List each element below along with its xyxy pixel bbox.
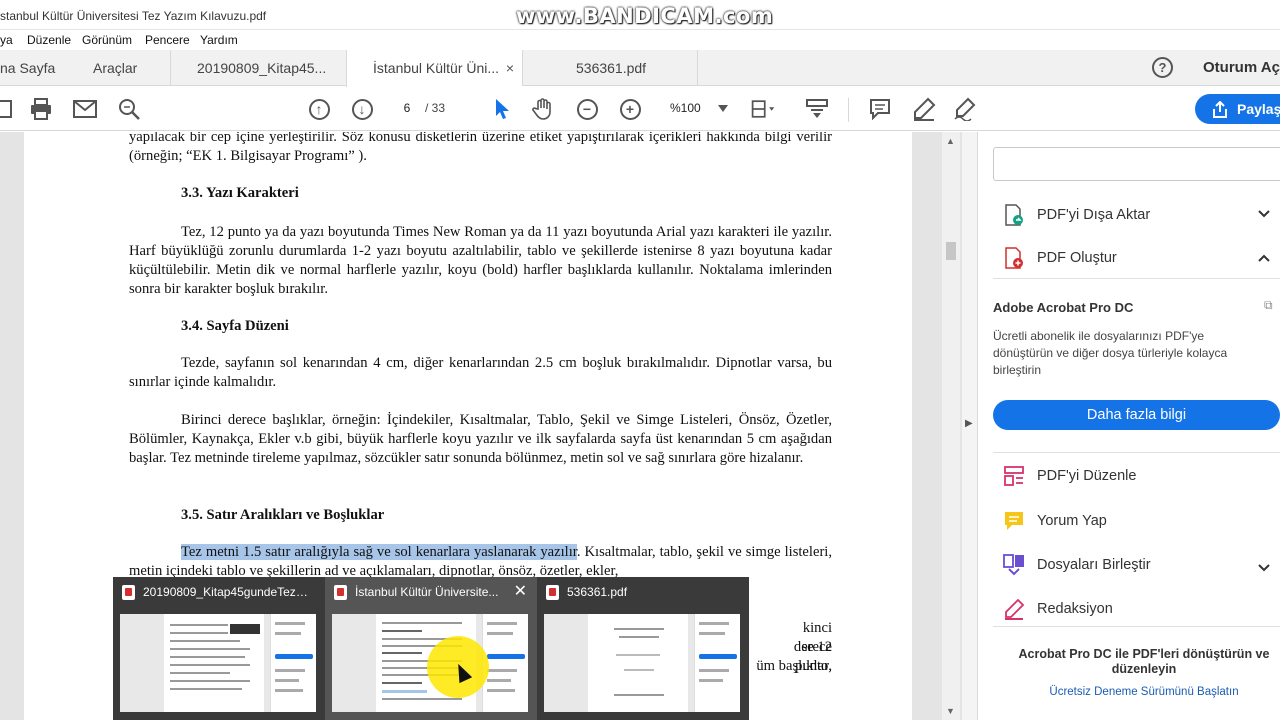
fit-page-icon[interactable] (750, 96, 776, 122)
page-count: / 33 (425, 101, 446, 115)
edit-pdf-icon (1004, 466, 1024, 486)
thumbnail-window[interactable]: 536361.pdf (537, 577, 749, 720)
promo-text: Ücretli abonelik ile dosyalarınızı PDF'y… (993, 329, 1228, 377)
menu-file[interactable]: ya (0, 33, 13, 47)
search-icon[interactable] (116, 96, 142, 122)
help-icon[interactable]: ? (1152, 57, 1173, 78)
paragraph: Tez metni 1.5 satır aralığıyla sağ ve so… (129, 544, 833, 579)
selected-text[interactable]: Tez metni 1.5 satır aralığıyla sağ ve so… (181, 544, 577, 560)
tab-doc-kitap[interactable]: 20190809_Kitap45... (170, 50, 346, 86)
paragraph: yapılacak bir cep içine yerleştirilir. S… (129, 132, 832, 164)
select-cursor-icon[interactable] (489, 96, 515, 122)
export-pdf-icon (1005, 204, 1023, 226)
scroll-mode-icon[interactable] (804, 96, 830, 122)
panel-toggle[interactable]: ▶ (962, 132, 978, 720)
print-icon[interactable] (28, 96, 54, 122)
comment-icon[interactable] (867, 96, 893, 122)
highlight-pen-icon[interactable] (911, 96, 937, 122)
tab-doc-536361[interactable]: 536361.pdf (522, 50, 698, 86)
tab-label: İstanbul Kültür Üni... (373, 60, 500, 76)
recorder-watermark: www.BANDICAM.com (516, 4, 774, 28)
scroll-up-icon[interactable]: ▲ (946, 136, 955, 146)
tab-bar: na Sayfa Araçlar 20190809_Kitap45... İst… (0, 50, 1280, 87)
combine-files-icon (1003, 554, 1024, 576)
zoom-level[interactable]: %100 (670, 101, 701, 115)
create-pdf-icon (1005, 247, 1023, 269)
toolbar-separator (848, 98, 849, 122)
tab-home[interactable]: na Sayfa (0, 50, 80, 86)
share-label: Paylaş (1237, 101, 1280, 117)
upsell-title: Acrobat Pro DC ile PDF'leri dönüştürün v… (1018, 647, 1270, 676)
menu-window[interactable]: Pencere (145, 33, 190, 47)
zoom-out-icon[interactable]: − (574, 96, 600, 122)
paragraph: Tez, 12 punto ya da yazı boyutunda Times… (129, 224, 832, 297)
pdf-file-icon (122, 585, 135, 600)
dismiss-icon[interactable]: ⧉ (1264, 298, 1273, 313)
email-icon[interactable] (72, 96, 98, 122)
sign-in-link[interactable]: Oturum Aç (1203, 59, 1280, 76)
tools-search-input[interactable] (993, 147, 1280, 181)
chevron-down-icon[interactable] (1258, 206, 1270, 221)
section-heading: 3.4. Sayfa Düzeni (181, 318, 289, 334)
zoom-in-icon[interactable]: + (617, 96, 643, 122)
tab-tools[interactable]: Araçlar (93, 50, 169, 86)
menu-bar: ya Düzenle Görünüm Pencere Yardım (0, 30, 1280, 50)
chevron-down-icon[interactable] (1258, 560, 1270, 575)
window-preview (120, 614, 316, 712)
section-heading: 3.5. Satır Aralıkları ve Boşluklar (181, 507, 385, 523)
save-icon[interactable] (0, 96, 18, 122)
sign-icon[interactable] (953, 96, 979, 122)
paragraph: Birinci derece başlıklar, örneğin: İçind… (129, 412, 832, 466)
pdf-file-icon (334, 585, 347, 600)
menu-edit[interactable]: Düzenle (27, 33, 71, 47)
next-page-icon[interactable]: ↓ (349, 96, 375, 122)
chevron-right-icon[interactable]: ▶ (965, 418, 973, 429)
vertical-scrollbar[interactable]: ▲ ▼ (942, 132, 960, 720)
close-window-icon[interactable]: ✕ (514, 581, 527, 601)
section-heading: 3.3. Yazı Karakteri (181, 185, 299, 201)
paragraph: Tezde, sayfanın sol kenarından 4 cm, diğ… (129, 355, 832, 390)
close-tab-icon[interactable]: × (506, 50, 514, 86)
tab-label: 536361.pdf (576, 60, 647, 76)
tools-pane: PDF'yi Dışa Aktar PDF Oluştur Adobe Acro… (979, 132, 1280, 720)
share-button[interactable]: Paylaş (1195, 94, 1280, 124)
comment-icon (1005, 512, 1023, 530)
hand-tool-icon[interactable] (530, 96, 556, 122)
taskbar-thumbnails: 20190809_Kitap45gundeTezNasi... İstanbul… (113, 577, 749, 720)
scrollbar-thumb[interactable] (946, 242, 956, 260)
chevron-up-icon[interactable] (1258, 250, 1270, 265)
free-trial-link[interactable]: Ücretsiz Deneme Sürümünü Başlatın (1009, 686, 1279, 698)
thumbnail-window-active[interactable]: İstanbul Kültür Üniversite... ✕ (325, 577, 537, 720)
pdf-file-icon (546, 585, 559, 600)
title-bar: stanbul Kültür Üniversitesi Tez Yazım Kı… (0, 0, 1280, 30)
divider (993, 452, 1280, 453)
divider (993, 626, 1280, 627)
redact-icon (1005, 598, 1025, 620)
window-title: stanbul Kültür Üniversitesi Tez Yazım Kı… (0, 9, 267, 23)
chevron-down-icon[interactable] (710, 96, 736, 122)
thumbnail-window[interactable]: 20190809_Kitap45gundeTezNasi... (113, 577, 325, 720)
tab-doc-istanbul[interactable]: İstanbul Kültür Üni... × (346, 50, 522, 87)
menu-help[interactable]: Yardım (200, 33, 238, 47)
window-preview (544, 614, 740, 712)
menu-view[interactable]: Görünüm (82, 33, 132, 47)
page-number-input[interactable]: 6 (392, 98, 422, 118)
learn-more-button[interactable]: Daha fazla bilgi (993, 400, 1280, 430)
scroll-down-icon[interactable]: ▼ (946, 706, 955, 716)
previous-page-icon[interactable]: ↑ (306, 96, 332, 122)
divider (993, 278, 1280, 279)
tab-label: 20190809_Kitap45... (197, 60, 327, 76)
promo-title: Adobe Acrobat Pro DC (993, 300, 1134, 315)
share-icon (1211, 94, 1229, 124)
